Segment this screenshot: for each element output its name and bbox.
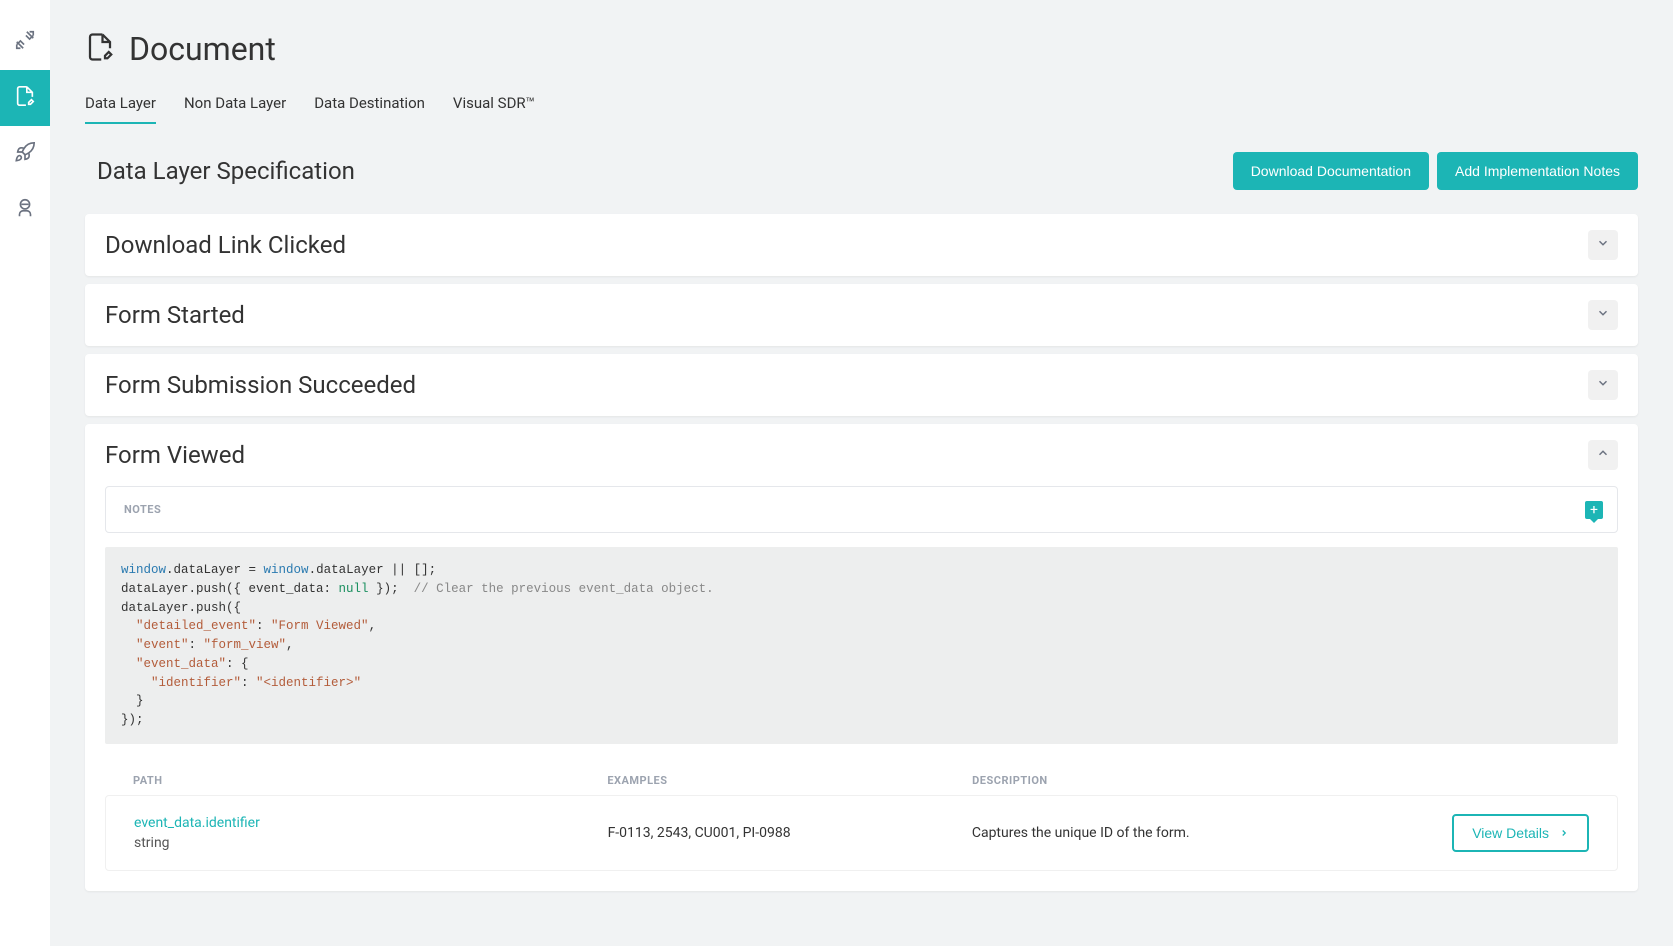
chevron-down-icon [1596, 376, 1610, 394]
section-title: Data Layer Specification [85, 157, 355, 185]
document-edit-icon [85, 32, 115, 66]
cell-description: Captures the unique ID of the form. [972, 825, 1409, 841]
view-details-button[interactable]: View Details [1452, 814, 1589, 852]
panel-form-started: Form Started [85, 284, 1638, 346]
path-type: string [134, 835, 608, 851]
astronaut-icon [14, 197, 36, 223]
document-edit-icon [14, 85, 36, 111]
th-path: PATH [133, 774, 607, 787]
section-actions: Download Documentation Add Implementatio… [1233, 152, 1638, 190]
panel-header[interactable]: Download Link Clicked [85, 214, 1638, 276]
path-link[interactable]: event_data.identifier [134, 815, 608, 831]
tab-visual-sdr[interactable]: Visual SDR™ [453, 94, 535, 124]
table-header: PATH EXAMPLES DESCRIPTION [105, 766, 1618, 795]
panel-form-submission-succeeded: Form Submission Succeeded [85, 354, 1638, 416]
expand-toggle[interactable] [1588, 230, 1618, 260]
panel-title: Form Started [105, 301, 245, 329]
sidebar-item-document[interactable] [0, 70, 50, 126]
plus-icon: + [1590, 503, 1598, 517]
pencil-ruler-icon [14, 29, 36, 55]
page-title: Document [129, 30, 276, 68]
cell-path: event_data.identifier string [134, 815, 608, 851]
attributes-table: PATH EXAMPLES DESCRIPTION event_data.ide… [105, 766, 1618, 871]
th-examples: EXAMPLES [607, 774, 972, 787]
main-content: Document Data Layer Non Data Layer Data … [50, 0, 1673, 946]
expand-toggle[interactable] [1588, 370, 1618, 400]
panel-header[interactable]: Form Viewed [85, 424, 1638, 486]
notes-box: NOTES + [105, 486, 1618, 533]
tab-data-destination[interactable]: Data Destination [314, 94, 425, 124]
rocket-icon [14, 141, 36, 167]
notes-label: NOTES [124, 503, 1599, 516]
tab-data-layer[interactable]: Data Layer [85, 94, 156, 124]
sidebar-item-deploy[interactable] [0, 126, 50, 182]
th-description: DESCRIPTION [972, 774, 1410, 787]
tab-non-data-layer[interactable]: Non Data Layer [184, 94, 286, 124]
chevron-down-icon [1596, 236, 1610, 254]
panel-header[interactable]: Form Started [85, 284, 1638, 346]
page-header: Document [85, 30, 1638, 68]
tabs: Data Layer Non Data Layer Data Destinati… [85, 94, 1638, 124]
cell-examples: F-0113, 2543, CU001, PI-0988 [608, 825, 972, 841]
chevron-up-icon [1596, 446, 1610, 464]
panel-header[interactable]: Form Submission Succeeded [85, 354, 1638, 416]
panel-title: Form Submission Succeeded [105, 371, 416, 399]
panel-body: NOTES + window.dataLayer = window.dataLa… [85, 486, 1638, 891]
table-row: event_data.identifier string F-0113, 254… [105, 795, 1618, 871]
code-block: window.dataLayer = window.dataLayer || [… [105, 547, 1618, 744]
collapse-toggle[interactable] [1588, 440, 1618, 470]
panel-title: Form Viewed [105, 441, 245, 469]
panel-download-link-clicked: Download Link Clicked [85, 214, 1638, 276]
sidebar-item-design[interactable] [0, 14, 50, 70]
panel-form-viewed: Form Viewed NOTES + window.dataLayer = w… [85, 424, 1638, 891]
sidebar-item-user[interactable] [0, 182, 50, 238]
chevron-down-icon [1596, 306, 1610, 324]
sidebar [0, 0, 50, 946]
panel-title: Download Link Clicked [105, 231, 346, 259]
view-details-label: View Details [1472, 825, 1549, 841]
expand-toggle[interactable] [1588, 300, 1618, 330]
chevron-right-icon [1559, 825, 1569, 841]
add-note-button[interactable]: + [1585, 501, 1603, 519]
section-header: Data Layer Specification Download Docume… [85, 152, 1638, 190]
add-implementation-notes-button[interactable]: Add Implementation Notes [1437, 152, 1638, 190]
download-documentation-button[interactable]: Download Documentation [1233, 152, 1429, 190]
